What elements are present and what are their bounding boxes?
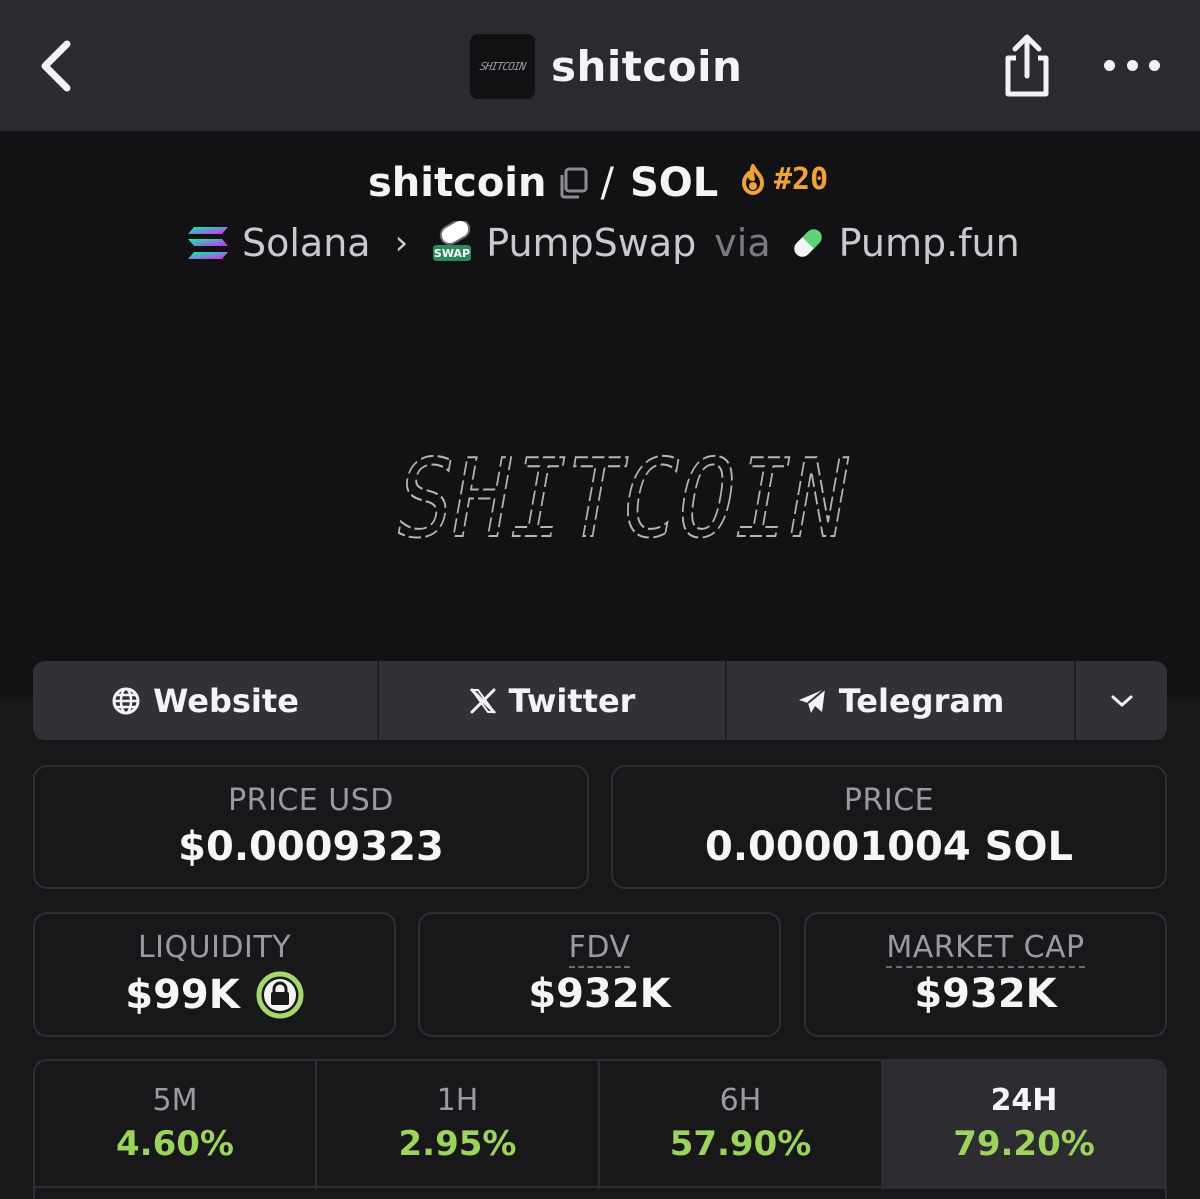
- pair-header: [0, 131, 1200, 697]
- nav-token-header[interactable]: SHITCOIN shitcoin: [470, 33, 742, 99]
- svg-text:SWAP: SWAP: [434, 247, 470, 260]
- market-cap-card[interactable]: MARKET CAP $932K: [804, 912, 1167, 1037]
- telegram-link[interactable]: Telegram: [727, 661, 1076, 740]
- website-link[interactable]: Website: [33, 661, 379, 740]
- more-dot: [1126, 59, 1138, 71]
- copy-icon[interactable]: [557, 166, 591, 200]
- more-dot: [1149, 59, 1160, 71]
- divider: [33, 1186, 1167, 1188]
- chain-breadcrumb: Solana › SWAP PumpSwap via Pump.fun: [186, 218, 1020, 268]
- launchpad-name[interactable]: Pump.fun: [839, 221, 1020, 265]
- timeframe-label: 6H: [719, 1083, 762, 1118]
- pair-base-symbol: shitcoin: [368, 160, 547, 206]
- chevron-down-icon: [1111, 695, 1132, 706]
- token-banner-image: SHITCOIN: [385, 435, 850, 548]
- timeframe-label: 5M: [152, 1083, 198, 1118]
- lock-icon[interactable]: [256, 971, 304, 1019]
- price-change-value: 79.20%: [953, 1124, 1095, 1164]
- twitter-link[interactable]: Twitter: [379, 661, 727, 740]
- tab-24h[interactable]: 24H 79.20%: [883, 1061, 1165, 1189]
- flame-icon: [742, 163, 764, 195]
- price-change-value: 57.90%: [669, 1124, 812, 1164]
- x-logo-icon: [469, 688, 496, 713]
- tab-6h[interactable]: 6H 57.90%: [600, 1061, 883, 1189]
- more-horizontal-icon: [1104, 59, 1115, 71]
- pumpfun-icon: [793, 229, 822, 257]
- price-usd-label: PRICE USD: [228, 783, 394, 818]
- svg-text:SHITCOIN: SHITCOIN: [386, 436, 850, 548]
- timeframe-tabs: 5M 4.60% 1H 2.95% 6H 57.90% 24H 79.20%: [33, 1059, 1167, 1199]
- dex-name[interactable]: PumpSwap: [486, 221, 696, 265]
- page-title: shitcoin: [551, 41, 743, 91]
- price-native-label: PRICE: [843, 783, 935, 818]
- tab-5m[interactable]: 5M 4.60%: [35, 1061, 317, 1189]
- market-cap-value: $932K: [914, 971, 1057, 1017]
- market-cap-label: MARKET CAP: [886, 930, 1085, 968]
- twitter-label: Twitter: [508, 681, 636, 720]
- share-button[interactable]: [998, 32, 1056, 100]
- chain-name[interactable]: Solana: [242, 221, 371, 265]
- liquidity-label: LIQUIDITY: [137, 930, 292, 965]
- telegram-icon: [798, 687, 826, 713]
- token-logo: SHITCOIN: [470, 33, 535, 99]
- fdv-value: $932K: [528, 971, 671, 1017]
- website-label: Website: [153, 681, 299, 720]
- trending-rank-badge[interactable]: #20: [738, 162, 828, 197]
- chevron-right-icon: ›: [394, 223, 409, 263]
- liquidity-value: $99K: [125, 972, 240, 1018]
- back-button[interactable]: [28, 36, 84, 96]
- fdv-card[interactable]: FDV $932K: [418, 912, 781, 1037]
- more-options-button[interactable]: [1104, 50, 1160, 80]
- pair-separator: /: [600, 160, 614, 206]
- pair-title: shitcoin / SOL: [368, 156, 718, 210]
- price-native-value: 0.00001004 SOL: [705, 824, 1073, 870]
- price-change-value: 2.95%: [398, 1124, 517, 1164]
- telegram-label: Telegram: [838, 681, 1005, 720]
- timeframe-label: 1H: [436, 1083, 479, 1118]
- chevron-left-icon: [41, 40, 71, 92]
- price-change-value: 4.60%: [116, 1124, 234, 1164]
- top-nav-bar: SHITCOIN shitcoin: [0, 0, 1200, 131]
- price-usd-card: PRICE USD $0.0009323: [33, 765, 589, 889]
- price-usd-value: $0.0009323: [178, 824, 444, 870]
- solana-icon: [188, 227, 228, 259]
- share-icon: [1005, 34, 1049, 97]
- pair-quote-symbol: SOL: [629, 160, 719, 206]
- timeframe-label: 24H: [990, 1083, 1058, 1118]
- tab-1h[interactable]: 1H 2.95%: [317, 1061, 600, 1189]
- social-links-bar: Website Twitter Telegram: [33, 661, 1167, 740]
- pumpswap-icon: SWAP: [433, 221, 472, 261]
- liquidity-card: LIQUIDITY $99K: [33, 912, 396, 1037]
- price-native-card: PRICE 0.00001004 SOL: [611, 765, 1167, 889]
- more-links-dropdown[interactable]: [1076, 661, 1167, 740]
- rank-number: #20: [774, 162, 829, 197]
- via-label: via: [714, 221, 771, 265]
- globe-icon: [112, 687, 140, 714]
- fdv-label: FDV: [568, 930, 631, 968]
